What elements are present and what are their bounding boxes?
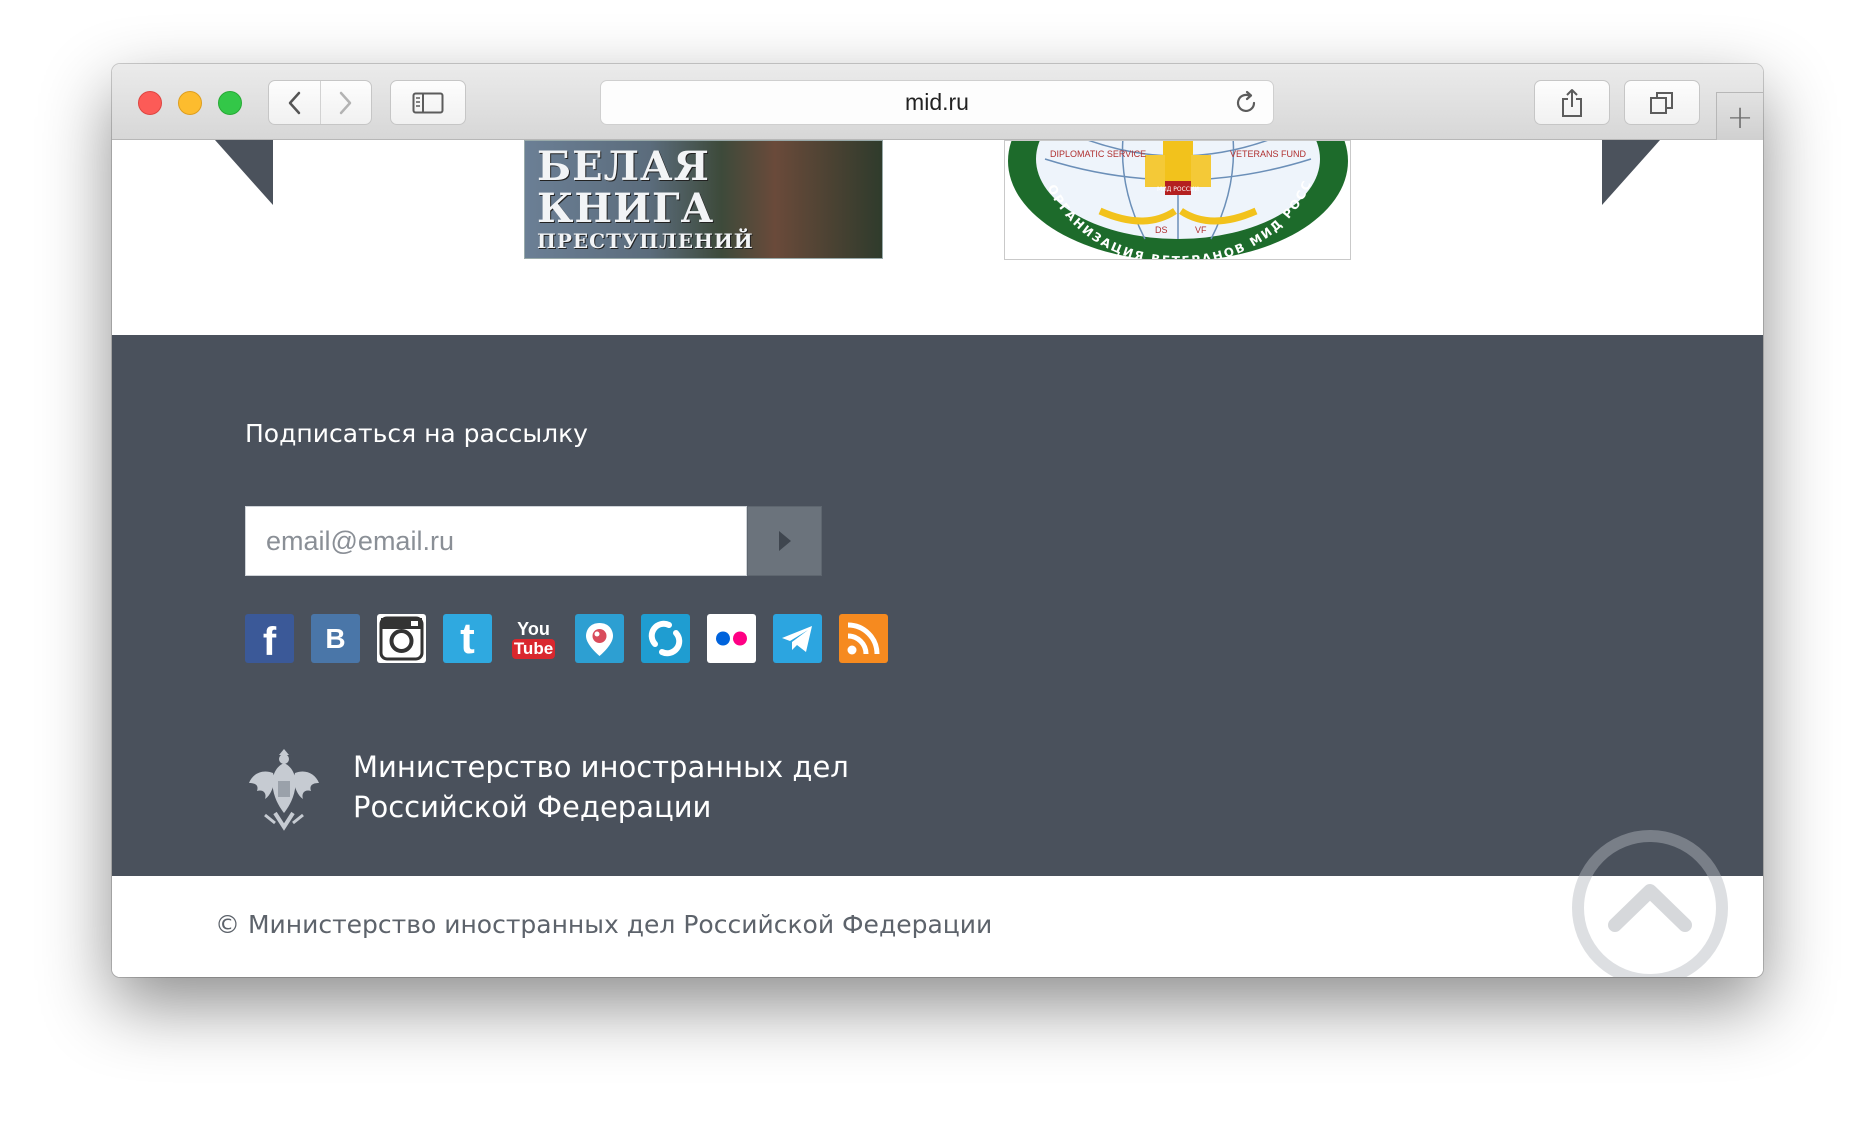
- flickr-icon: [716, 631, 747, 646]
- rss-icon: [847, 622, 880, 655]
- play-arrow-icon: [778, 531, 791, 551]
- svg-text:МИД РОССИИ: МИД РОССИИ: [1157, 186, 1199, 193]
- banner-book-line1: БЕЛАЯ: [537, 143, 710, 190]
- navigation-buttons: [268, 80, 372, 125]
- twitter-link[interactable]: t: [443, 614, 492, 663]
- address-bar[interactable]: mid.ru: [600, 80, 1274, 125]
- telegram-icon: [782, 626, 812, 652]
- livestream-link[interactable]: [641, 614, 690, 663]
- carousel-prev-arrow[interactable]: [215, 140, 273, 205]
- twitter-icon: t: [460, 613, 475, 663]
- web-page: БЕЛАЯ КНИГА ПРЕСТУПЛЕНИЙ МИД РОССИИ DIPL…: [112, 140, 1763, 977]
- share-button[interactable]: [1534, 80, 1610, 125]
- copyright-bar: © Министерство иностранных дел Российско…: [112, 876, 1763, 977]
- carousel-next-arrow[interactable]: [1602, 140, 1660, 205]
- livestream-icon: [648, 620, 683, 657]
- veterans-emblem-icon: МИД РОССИИ DIPLOMATIC SERVICE VETERANS F…: [1005, 141, 1348, 259]
- banner-veterans-organization[interactable]: МИД РОССИИ DIPLOMATIC SERVICE VETERANS F…: [1004, 140, 1351, 260]
- ministry-name-line1: Министерство иностранных дел: [353, 750, 849, 784]
- periscope-link[interactable]: [575, 614, 624, 663]
- ministry-name-line2: Российской Федерации: [353, 790, 712, 824]
- back-button[interactable]: [269, 81, 320, 124]
- share-icon: [1562, 88, 1582, 117]
- youtube-icon-you: You: [517, 618, 550, 639]
- vkontakte-icon: B: [325, 622, 346, 654]
- svg-text:VF: VF: [1195, 225, 1207, 235]
- close-window-button[interactable]: [138, 91, 162, 115]
- new-tab-icon: +: [1726, 97, 1754, 136]
- flickr-link[interactable]: [707, 614, 756, 663]
- svg-text:DS: DS: [1155, 225, 1168, 235]
- new-tab-button[interactable]: +: [1716, 92, 1763, 140]
- instagram-link[interactable]: [377, 614, 426, 663]
- browser-window: mid.ru + БЕЛАЯ КНИГА ПРЕСТУПЛЕНИЙ МИД РО…: [112, 64, 1763, 977]
- periscope-icon: [586, 623, 613, 656]
- forward-icon: [339, 91, 352, 114]
- browser-toolbar: mid.ru +: [112, 64, 1763, 140]
- tabs-icon: [1650, 91, 1673, 114]
- instagram-icon: [379, 616, 424, 661]
- show-tabs-button[interactable]: [1624, 80, 1700, 125]
- subscribe-title: Подписаться на рассылку: [245, 419, 588, 448]
- chevron-up-icon: [1608, 884, 1692, 932]
- ministry-name[interactable]: Министерство иностранных дел Российской …: [353, 747, 849, 827]
- copyright-text: © Министерство иностранных дел Российско…: [215, 910, 993, 939]
- social-links: f B t You Tube: [245, 614, 888, 664]
- sidebar-icon: [412, 92, 444, 113]
- banner-carousel: БЕЛАЯ КНИГА ПРЕСТУПЛЕНИЙ МИД РОССИИ DIPL…: [112, 140, 1763, 335]
- banner-white-book[interactable]: БЕЛАЯ КНИГА ПРЕСТУПЛЕНИЙ: [524, 140, 883, 259]
- ministry-block: Министерство иностранных дел Российской …: [245, 743, 849, 831]
- vkontakte-link[interactable]: B: [311, 614, 360, 663]
- scroll-to-top-button[interactable]: [1572, 830, 1728, 977]
- youtube-icon-tube: Tube: [511, 638, 556, 659]
- maximize-window-button[interactable]: [218, 91, 242, 115]
- reload-icon[interactable]: [1233, 90, 1259, 116]
- back-icon: [289, 91, 301, 114]
- forward-button[interactable]: [319, 81, 371, 124]
- banner-book-line3: ПРЕСТУПЛЕНИЙ: [537, 229, 754, 253]
- email-input[interactable]: [245, 506, 747, 576]
- facebook-icon: f: [262, 620, 277, 664]
- sidebar-toggle-button[interactable]: [390, 80, 466, 125]
- facebook-link[interactable]: f: [245, 614, 294, 664]
- subscribe-submit-button[interactable]: [747, 506, 822, 576]
- rss-link[interactable]: [839, 614, 888, 663]
- url-text: mid.ru: [905, 89, 969, 115]
- svg-text:VETERANS FUND: VETERANS FUND: [1230, 149, 1307, 159]
- minimize-window-button[interactable]: [178, 91, 202, 115]
- youtube-link[interactable]: You Tube: [509, 614, 558, 663]
- coat-of-arms-icon[interactable]: [245, 743, 323, 831]
- telegram-link[interactable]: [773, 614, 822, 663]
- svg-text:DIPLOMATIC SERVICE: DIPLOMATIC SERVICE: [1050, 149, 1146, 159]
- site-footer: Подписаться на рассылку f B: [112, 335, 1763, 876]
- banner-book-line2: КНИГА: [537, 185, 715, 232]
